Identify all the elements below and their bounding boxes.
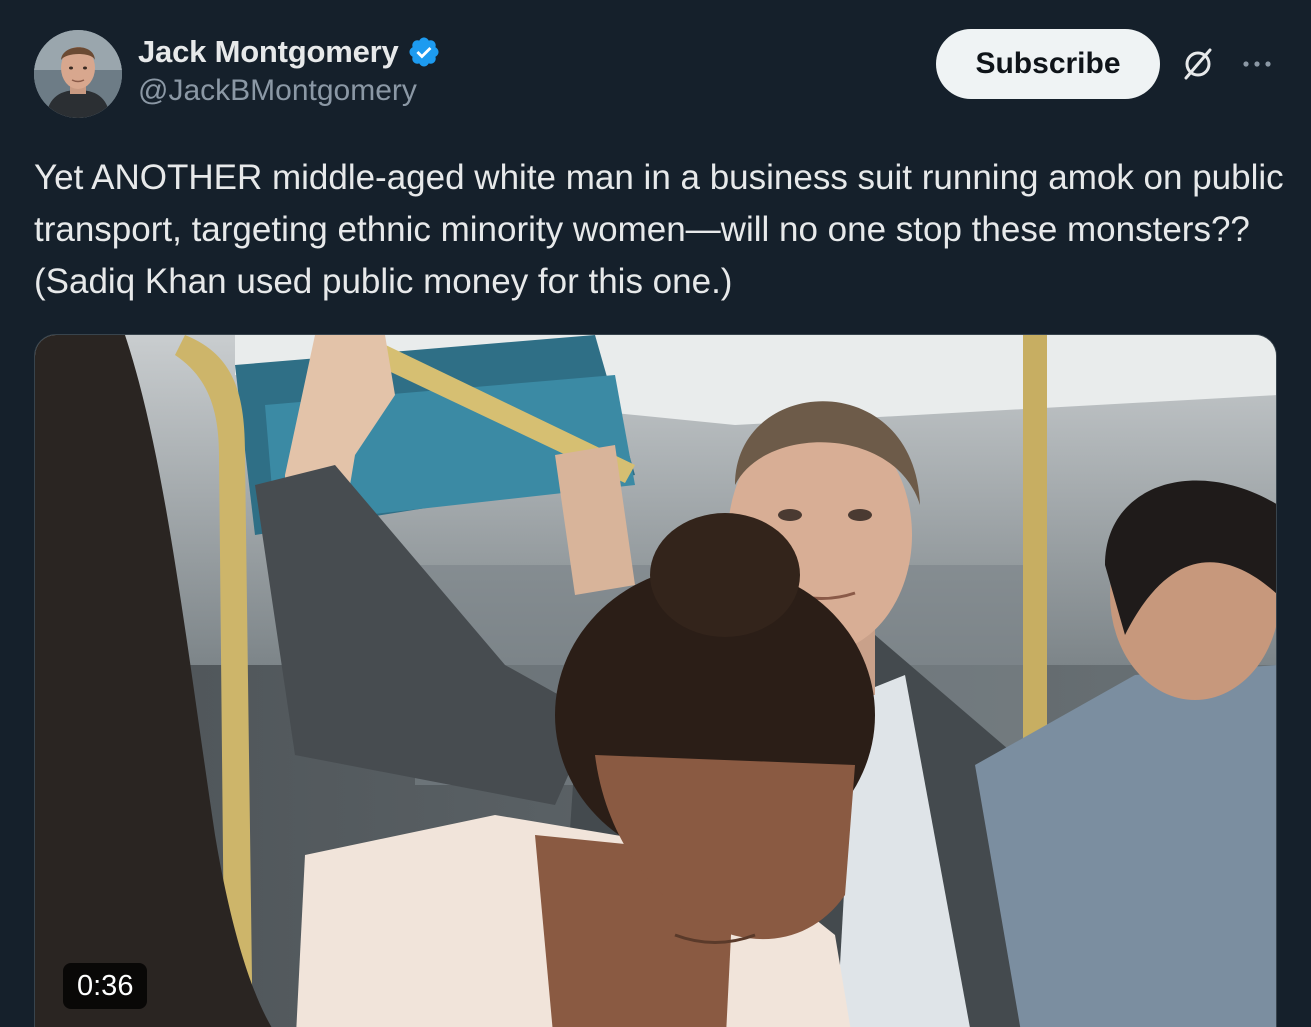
avatar[interactable] [34, 30, 122, 118]
video-player[interactable]: 0:36 [34, 334, 1277, 1027]
verified-badge-icon[interactable] [407, 35, 441, 69]
avatar-photo [34, 30, 122, 118]
grok-icon[interactable] [1178, 44, 1218, 84]
subscribe-button[interactable]: Subscribe [936, 29, 1160, 99]
more-icon[interactable] [1237, 44, 1277, 84]
tweet-text: Yet ANOTHER middle-aged white man in a b… [34, 158, 1284, 301]
video-duration: 0:36 [63, 963, 148, 1009]
tweet: Jack Montgomery @JackBMontgomery Subscri… [0, 0, 1311, 1027]
author-handle[interactable]: @JackBMontgomery [138, 74, 441, 108]
video-thumbnail [35, 335, 1276, 1027]
name-row: Jack Montgomery [138, 30, 441, 74]
author-name[interactable]: Jack Montgomery [138, 34, 399, 70]
author-block: Jack Montgomery @JackBMontgomery [138, 30, 441, 108]
